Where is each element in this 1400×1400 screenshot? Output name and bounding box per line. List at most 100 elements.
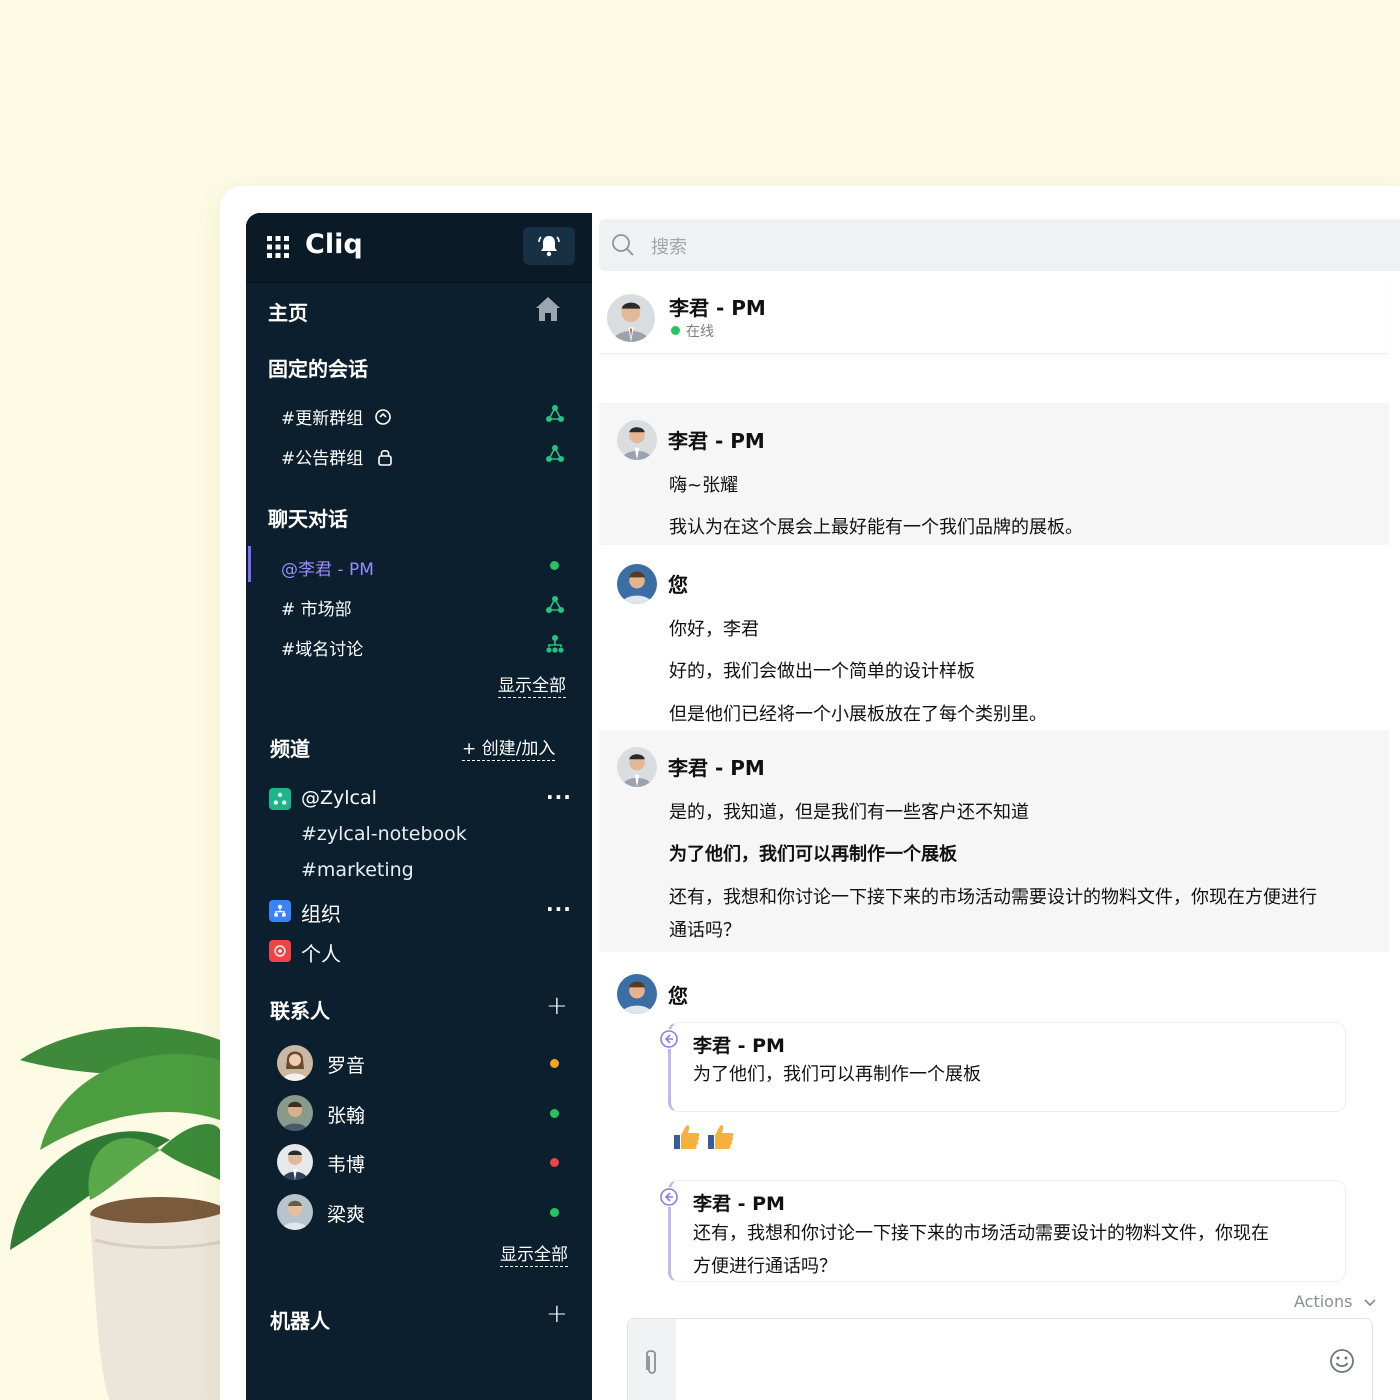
notification-button[interactable] <box>523 227 575 265</box>
contact-name[interactable]: 韦博 <box>327 1150 365 1177</box>
message-text: 通话吗？ <box>669 920 741 941</box>
sidebar-header: Cliq <box>246 213 592 283</box>
message-text: 嗨~张耀 <box>669 475 739 496</box>
add-contact-button[interactable]: + <box>546 991 568 1021</box>
channel-item-marketing[interactable]: #marketing <box>301 859 414 881</box>
channel-group-organization[interactable]: 组织 <box>301 898 341 927</box>
quote-text: 方便进行通话吗？ <box>693 1256 837 1277</box>
zylcal-org-icon <box>269 788 291 810</box>
status-dot-online <box>671 326 680 335</box>
message-composer[interactable] <box>627 1318 1373 1400</box>
message-text: 好的，我们会做出一个简单的设计样板 <box>669 661 975 682</box>
pinned-item-announce-group[interactable]: #公告群组 <box>281 444 393 469</box>
emoji-icon[interactable] <box>1328 1347 1356 1375</box>
status-dot-online <box>550 1109 559 1118</box>
quoted-message[interactable]: 李君 - PM 还有，我想和你讨论一下接下来的市场活动需要设计的物料文件，你现在… <box>659 1180 1346 1282</box>
chat-header: 李君 - PM 在线 <box>599 282 1389 354</box>
contacts-title: 联系人 <box>270 999 330 1023</box>
personal-icon <box>269 940 291 962</box>
pinned-item-label: #公告群组 <box>281 449 364 469</box>
chevron-down-icon <box>1363 1299 1376 1307</box>
reply-icon <box>659 1029 679 1049</box>
message-text: 还有，我想和你讨论一下接下来的市场活动需要设计的物料文件，你现在方便进行 <box>669 887 1317 908</box>
message-text: 为了他们，我们可以再制作一个展板 <box>669 844 957 865</box>
message-sender: 您 <box>668 984 688 1008</box>
avatar <box>617 974 657 1014</box>
chat-item-lijun[interactable]: @李君 - PM <box>281 555 374 580</box>
plant-illustration <box>10 1026 230 1400</box>
apps-grid-icon[interactable] <box>267 236 289 258</box>
chat-title: 李君 - PM <box>669 296 766 320</box>
search-icon <box>612 234 634 256</box>
quote-sender: 李君 - PM <box>693 1035 785 1057</box>
nav-home[interactable]: 主页 <box>268 297 308 326</box>
app-brand: Cliq <box>305 229 363 260</box>
actions-label: Actions <box>1294 1292 1353 1311</box>
status-dot-busy <box>550 1158 559 1167</box>
status-dot-away <box>550 1059 559 1068</box>
pinned-item-update-group[interactable]: #更新群组 <box>281 404 392 429</box>
group-icon <box>546 596 564 613</box>
avatar <box>277 1194 313 1230</box>
show-all-label: 显示全部 <box>498 676 566 698</box>
avatar <box>277 1095 313 1131</box>
avatar <box>277 1144 313 1180</box>
chat-item-marketing[interactable]: # 市场部 <box>281 595 352 620</box>
more-options-icon[interactable]: ··· <box>546 897 572 921</box>
quoted-message[interactable]: 李君 - PM 为了他们，我们可以再制作一个展板 <box>659 1022 1346 1112</box>
channel-group-personal[interactable]: 个人 <box>301 938 341 967</box>
add-bot-button[interactable]: + <box>546 1299 568 1329</box>
org-icon <box>546 635 564 653</box>
sync-icon <box>374 409 391 425</box>
show-all-contacts-link[interactable]: 显示全部 <box>500 1240 568 1267</box>
lock-icon <box>377 449 392 466</box>
create-join-label: + 创建/加入 <box>462 739 556 761</box>
message-sender: 李君 - PM <box>668 429 765 453</box>
thumbs-up-icon <box>708 1125 734 1149</box>
message-text: 但是他们已经将一个小展板放在了每个类别里。 <box>669 704 1047 725</box>
create-join-link[interactable]: + 创建/加入 <box>462 734 556 761</box>
avatar[interactable] <box>607 294 655 342</box>
message-text: 你好，李君 <box>669 619 759 640</box>
show-all-label: 显示全部 <box>500 1245 568 1267</box>
contact-name[interactable]: 罗音 <box>327 1051 365 1078</box>
more-options-icon[interactable]: ··· <box>546 785 572 809</box>
search-bar[interactable]: 搜索 <box>599 219 1400 271</box>
reply-icon <box>659 1187 679 1207</box>
active-chat-indicator <box>248 546 251 582</box>
show-all-chats-link[interactable]: 显示全部 <box>498 671 566 698</box>
avatar <box>617 564 657 604</box>
quote-text: 还有，我想和你讨论一下接下来的市场活动需要设计的物料文件，你现在 <box>693 1223 1269 1244</box>
group-icon <box>546 405 564 422</box>
bots-title: 机器人 <box>270 1309 330 1333</box>
channels-title: 频道 <box>270 737 310 761</box>
thumbs-up-icon <box>674 1125 700 1149</box>
message-text: 我认为在这个展会上最好能有一个我们品牌的展板。 <box>669 517 1083 538</box>
group-icon <box>546 445 564 462</box>
chat-item-domain[interactable]: #域名讨论 <box>281 635 363 660</box>
home-icon[interactable] <box>534 295 562 323</box>
actions-menu[interactable]: Actions <box>1294 1292 1376 1311</box>
bell-icon <box>538 236 560 257</box>
pinned-item-label: #更新群组 <box>281 409 364 429</box>
contact-name[interactable]: 张翰 <box>327 1101 365 1128</box>
avatar <box>277 1045 313 1081</box>
chats-title: 聊天对话 <box>268 507 348 531</box>
presence-status: 在线 <box>686 324 714 340</box>
sidebar: Cliq 主页 固定的会话 #更新群组 #公告群组 聊天对话 @李君 - PM … <box>246 213 592 1400</box>
paperclip-icon <box>646 1350 656 1374</box>
search-input[interactable]: 搜索 <box>651 233 687 259</box>
contact-name[interactable]: 梁爽 <box>327 1200 365 1227</box>
avatar <box>617 420 657 460</box>
organization-icon <box>269 900 291 922</box>
channel-item-zylcal-notebook[interactable]: #zylcal-notebook <box>301 823 467 845</box>
channel-group-zylcal[interactable]: @Zylcal <box>301 787 377 809</box>
pinned-title: 固定的会话 <box>268 357 368 381</box>
status-dot-online <box>550 1208 559 1217</box>
status-dot-online <box>550 561 559 570</box>
attach-button[interactable] <box>628 1319 676 1400</box>
quote-text: 为了他们，我们可以再制作一个展板 <box>693 1064 981 1085</box>
quote-sender: 李君 - PM <box>693 1193 785 1215</box>
message-sender: 李君 - PM <box>668 756 765 780</box>
message-sender: 您 <box>668 573 688 597</box>
